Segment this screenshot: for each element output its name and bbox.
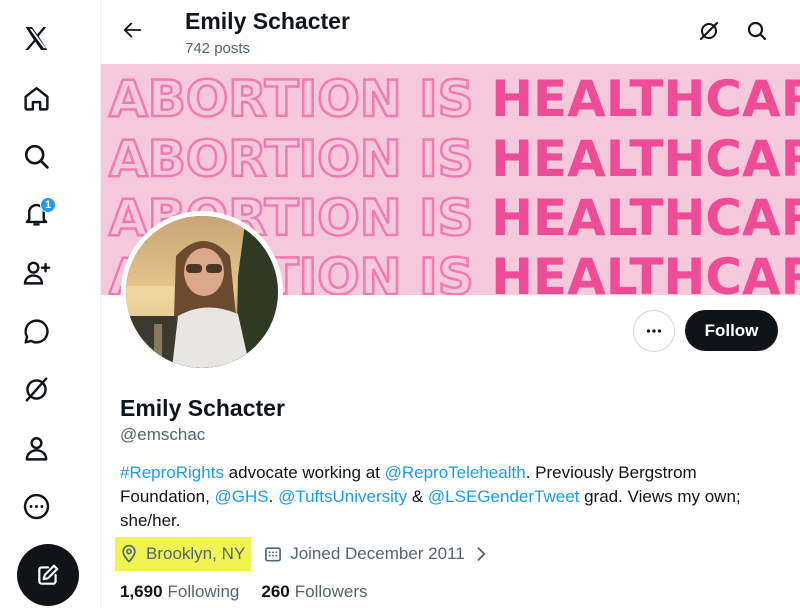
grok-header-button[interactable] <box>694 16 724 46</box>
bio-text: & <box>407 487 428 506</box>
side-nav: 1 <box>0 0 100 608</box>
profile-bio: #ReproRights advocate working at @ReproT… <box>120 461 760 533</box>
avatar[interactable] <box>121 211 283 373</box>
chevron-right-icon <box>477 547 485 561</box>
bio-mention-link[interactable]: @ReproTelehealth <box>385 463 526 482</box>
follow-stats: 1,690 Following 260 Followers <box>120 582 389 602</box>
grok-icon <box>700 22 718 40</box>
more-options-button[interactable] <box>633 310 675 352</box>
bio-hashtag-link[interactable]: #ReproRights <box>120 463 224 482</box>
ellipsis-icon <box>646 329 662 333</box>
more-circle-icon[interactable] <box>14 484 58 528</box>
explore-search-icon[interactable] <box>14 134 58 178</box>
compose-post-button[interactable] <box>17 544 79 606</box>
header-display-name: Emily Schacter <box>185 8 350 34</box>
x-logo-icon[interactable] <box>14 16 58 60</box>
location-pin-icon <box>122 544 136 563</box>
followers-link[interactable]: 260 Followers <box>261 582 367 602</box>
profile-meta: Brooklyn, NY Joined December 2011 <box>115 537 498 571</box>
compose-feather-icon <box>38 564 59 585</box>
bio-mention-link[interactable]: @LSEGenderTweet <box>428 487 579 506</box>
messages-bubble-icon[interactable] <box>14 309 58 353</box>
following-count: 1,690 <box>120 582 163 601</box>
bio-text: . <box>268 487 279 506</box>
notification-badge: 1 <box>40 197 56 213</box>
search-icon <box>747 21 767 41</box>
bio-mention-link[interactable]: @GHS <box>215 487 269 506</box>
profile-header-bar: Emily Schacter 742 posts <box>101 0 800 64</box>
calendar-icon <box>265 547 282 562</box>
profile-display-name: Emily Schacter <box>120 395 285 421</box>
avatar-photo <box>126 216 278 368</box>
back-arrow-button[interactable] <box>117 14 149 46</box>
banner-text-line: ABORTION IS HEALTHCARE <box>108 130 800 188</box>
follow-person-plus-icon[interactable] <box>14 250 58 294</box>
home-icon[interactable] <box>14 76 58 120</box>
banner-text-line: ABORTION IS HEALTHCARE <box>108 70 800 128</box>
followers-count: 260 <box>261 582 290 601</box>
notifications-bell-icon[interactable]: 1 <box>14 191 58 235</box>
location-text: Brooklyn, NY <box>146 544 246 563</box>
profile-main: Emily Schacter 742 posts ABORTION IS HEA… <box>100 0 800 608</box>
grok-icon[interactable] <box>14 367 58 411</box>
joined-text: Joined December 2011 <box>290 544 465 563</box>
back-arrow-icon <box>123 22 142 38</box>
search-button[interactable] <box>742 16 772 46</box>
joined-date[interactable]: Joined December 2011 <box>263 544 498 564</box>
follow-button[interactable]: Follow <box>685 310 778 351</box>
profile-handle: @emschac <box>120 425 206 444</box>
header-post-count: 742 posts <box>185 40 251 57</box>
followers-label: Followers <box>294 582 368 601</box>
location-highlight: Brooklyn, NY <box>115 537 252 571</box>
profile-person-icon[interactable] <box>14 426 58 470</box>
following-label: Following <box>167 582 240 601</box>
following-link[interactable]: 1,690 Following <box>120 582 239 602</box>
bio-text: advocate working at <box>223 463 385 482</box>
bio-mention-link[interactable]: @TuftsUniversity <box>278 487 407 506</box>
